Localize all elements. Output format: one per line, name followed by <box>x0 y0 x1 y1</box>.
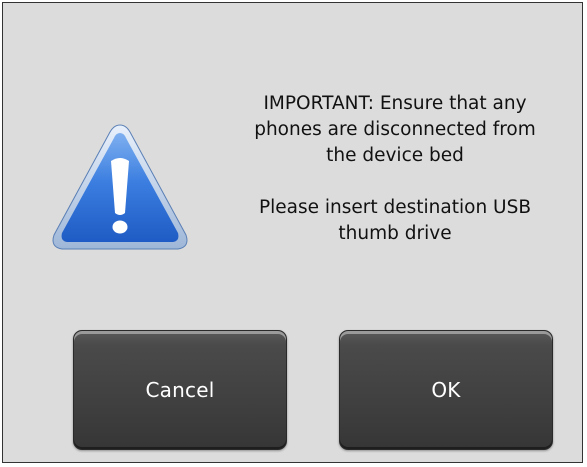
ok-button[interactable]: OK <box>339 330 553 450</box>
message-line: thumb drive <box>338 223 452 244</box>
cancel-button[interactable]: Cancel <box>73 330 287 450</box>
ok-button-label: OK <box>431 378 461 402</box>
message-line: Please insert destination USB <box>258 197 532 218</box>
message-line: phones are disconnected from <box>254 119 536 140</box>
cancel-button-label: Cancel <box>145 378 215 402</box>
dialog-message: IMPORTANT: Ensure that any phones are di… <box>225 91 565 247</box>
warning-triangle-icon <box>52 124 188 250</box>
alert-dialog: IMPORTANT: Ensure that any phones are di… <box>2 2 583 463</box>
message-line: the device bed <box>326 145 464 166</box>
message-line: IMPORTANT: Ensure that any <box>263 93 527 114</box>
